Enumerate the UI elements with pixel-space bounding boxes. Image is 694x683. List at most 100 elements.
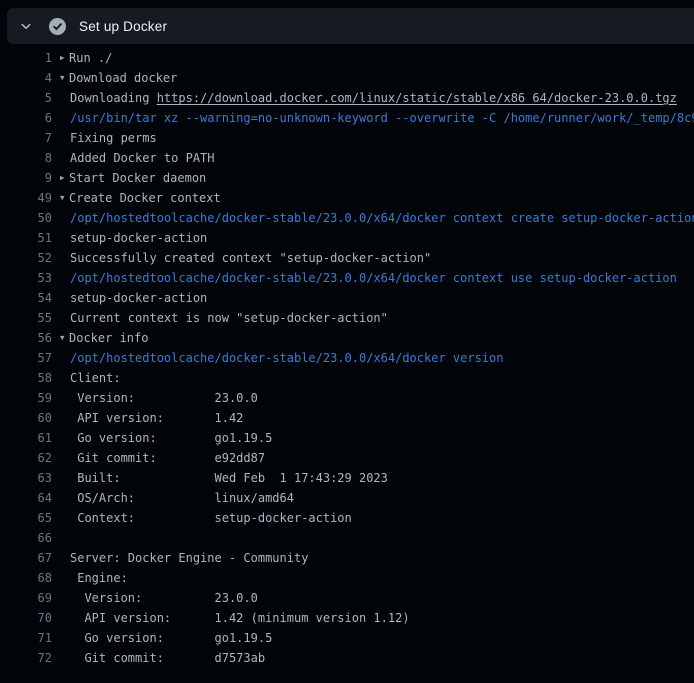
log-group-row[interactable]: 4 ▼Download docker <box>0 68 694 88</box>
log-text: Docker info <box>69 331 148 345</box>
log-row: 64 OS/Arch: linux/amd64 <box>0 488 694 508</box>
log-row: 52 Successfully created context "setup-do… <box>0 248 694 268</box>
line-number[interactable]: 54 <box>12 291 52 305</box>
line-number[interactable]: 65 <box>12 511 52 525</box>
triangle-down-icon[interactable]: ▼ <box>60 188 69 208</box>
line-number[interactable]: 66 <box>12 531 52 545</box>
log-row: 68 Engine: <box>0 568 694 588</box>
log-text: Version: 23.0.0 <box>70 591 258 605</box>
log-row: 66 <box>0 528 694 548</box>
line-number[interactable]: 5 <box>12 91 52 105</box>
line-number[interactable]: 71 <box>12 631 52 645</box>
log-text: Create Docker context <box>69 191 221 205</box>
log-text: Fixing perms <box>70 131 157 145</box>
line-number[interactable]: 58 <box>12 371 52 385</box>
line-number[interactable]: 60 <box>12 411 52 425</box>
log-group-row[interactable]: 1 ▶Run ./ <box>0 48 694 68</box>
log-row: 59 Version: 23.0.0 <box>0 388 694 408</box>
triangle-right-icon[interactable]: ▶ <box>60 168 69 188</box>
log-command-text: /opt/hostedtoolcache/docker-stable/23.0.… <box>70 271 677 285</box>
line-number[interactable]: 9 <box>12 171 52 185</box>
log-row: 61 Go version: go1.19.5 <box>0 428 694 448</box>
log-row: 8 Added Docker to PATH <box>0 148 694 168</box>
line-number[interactable]: 63 <box>12 471 52 485</box>
line-number[interactable]: 68 <box>12 571 52 585</box>
log-row: 71 Go version: go1.19.5 <box>0 628 694 648</box>
log-text: Run ./ <box>69 51 112 65</box>
line-number[interactable]: 62 <box>12 451 52 465</box>
line-number[interactable]: 55 <box>12 311 52 325</box>
log-command-text: /opt/hostedtoolcache/docker-stable/23.0.… <box>70 351 503 365</box>
line-number[interactable]: 4 <box>12 71 52 85</box>
check-circle-icon <box>49 18 66 35</box>
log-row: 5 Downloading https://download.docker.com… <box>0 88 694 108</box>
log-group-row[interactable]: 9 ▶Start Docker daemon <box>0 168 694 188</box>
log-text: OS/Arch: linux/amd64 <box>70 491 294 505</box>
log-link[interactable]: https://download.docker.com/linux/static… <box>157 91 677 105</box>
log-row: 57/opt/hostedtoolcache/docker-stable/23.… <box>0 348 694 368</box>
log-row: 72 Git commit: d7573ab <box>0 648 694 668</box>
log-text: Built: Wed Feb 1 17:43:29 2023 <box>70 471 388 485</box>
line-number[interactable]: 52 <box>12 251 52 265</box>
log-row: 67 Server: Docker Engine - Community <box>0 548 694 568</box>
line-number[interactable]: 67 <box>12 551 52 565</box>
triangle-down-icon[interactable]: ▼ <box>60 328 69 348</box>
log-row: 50/opt/hostedtoolcache/docker-stable/23.… <box>0 208 694 228</box>
log-text: Added Docker to PATH <box>70 151 215 165</box>
log-text: Version: 23.0.0 <box>70 391 258 405</box>
log-command-text: /opt/hostedtoolcache/docker-stable/23.0.… <box>70 211 694 225</box>
log-text: Engine: <box>70 571 128 585</box>
log-text: Server: Docker Engine - Community <box>70 551 308 565</box>
log-group-row[interactable]: 56 ▼Docker info <box>0 328 694 348</box>
line-number[interactable]: 7 <box>12 131 52 145</box>
log-row: 60 API version: 1.42 <box>0 408 694 428</box>
line-number[interactable]: 51 <box>12 231 52 245</box>
log-text: Context: setup-docker-action <box>70 511 352 525</box>
log-text: API version: 1.42 <box>70 411 243 425</box>
log-row: 54setup-docker-action <box>0 288 694 308</box>
log-text: Current context is now "setup-docker-act… <box>70 311 388 325</box>
log-row: 51 setup-docker-action <box>0 228 694 248</box>
log-row: 6/usr/bin/tar xz --warning=no-unknown-ke… <box>0 108 694 128</box>
log-text: Download docker <box>69 71 177 85</box>
line-number[interactable]: 59 <box>12 391 52 405</box>
log-text: Start Docker daemon <box>69 171 206 185</box>
triangle-right-icon[interactable]: ▶ <box>60 48 69 68</box>
line-number[interactable]: 69 <box>12 591 52 605</box>
line-number[interactable]: 72 <box>12 651 52 665</box>
log-text: Go version: go1.19.5 <box>70 631 272 645</box>
triangle-down-icon[interactable]: ▼ <box>60 68 69 88</box>
line-number[interactable]: 49 <box>12 191 52 205</box>
log-row: 58 Client: <box>0 368 694 388</box>
line-number[interactable]: 57 <box>12 351 52 365</box>
line-number[interactable]: 64 <box>12 491 52 505</box>
log-text: setup-docker-action <box>70 231 207 245</box>
log-text: Successfully created context "setup-dock… <box>70 251 431 265</box>
step-title: Set up Docker <box>79 19 167 34</box>
line-number[interactable]: 61 <box>12 431 52 445</box>
line-number[interactable]: 1 <box>12 51 52 65</box>
log-text: Go version: go1.19.5 <box>70 431 272 445</box>
log-row: 62 Git commit: e92dd87 <box>0 448 694 468</box>
log-row: 53/opt/hostedtoolcache/docker-stable/23.… <box>0 268 694 288</box>
line-number[interactable]: 50 <box>12 211 52 225</box>
line-number[interactable]: 70 <box>12 611 52 625</box>
line-number[interactable]: 6 <box>12 111 52 125</box>
log-row: 63 Built: Wed Feb 1 17:43:29 2023 <box>0 468 694 488</box>
log-text: Git commit: e92dd87 <box>70 451 265 465</box>
log-row: 69 Version: 23.0.0 <box>0 588 694 608</box>
log-row: 7 Fixing perms <box>0 128 694 148</box>
log-text: Git commit: d7573ab <box>70 651 265 665</box>
log-container: 1▶Run ./4▼Download docker5Downloading ht… <box>0 44 694 668</box>
line-number[interactable]: 53 <box>12 271 52 285</box>
line-number[interactable]: 56 <box>12 331 52 345</box>
log-text: API version: 1.42 (minimum version 1.12) <box>70 611 410 625</box>
log-row: 55 Current context is now "setup-docker-a… <box>0 308 694 328</box>
log-row: 70 API version: 1.42 (minimum version 1.… <box>0 608 694 628</box>
chevron-down-icon[interactable] <box>19 19 33 33</box>
log-group-row[interactable]: 49 ▼Create Docker context <box>0 188 694 208</box>
log-text-segment: Downloading <box>70 91 157 105</box>
step-header[interactable]: Set up Docker <box>7 8 694 44</box>
log-text: Client: <box>70 371 121 385</box>
line-number[interactable]: 8 <box>12 151 52 165</box>
